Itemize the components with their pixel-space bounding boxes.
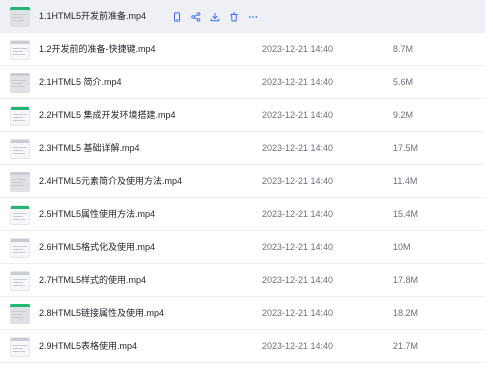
modified-date: 2023-12-21 14:40 <box>262 143 334 153</box>
video-thumbnail <box>10 40 30 60</box>
modified-date: 2023-12-21 14:40 <box>262 77 334 87</box>
phone-icon <box>173 11 180 22</box>
download-button[interactable] <box>209 11 220 22</box>
more-button[interactable] <box>247 11 258 22</box>
file-name[interactable]: 2.6HTML5格式化及使用.mp4 <box>39 231 155 264</box>
file-size: 15.4M <box>393 209 419 219</box>
file-name[interactable]: 1.1HTML5开发前准备.mp4 <box>39 0 146 33</box>
modified-date: 2023-12-21 14:40 <box>262 209 334 219</box>
file-list: 1.1HTML5开发前准备.mp4 1.2开发前的准备-快捷键.mp4 2023-1… <box>0 0 485 363</box>
delete-button[interactable] <box>228 11 239 22</box>
file-row[interactable]: 2.1HTML5 简介.mp4 2023-12-21 14:40 5.6M <box>0 66 485 99</box>
scrollbar[interactable] <box>487 0 493 370</box>
video-thumbnail <box>10 271 30 291</box>
modified-date: 2023-12-21 14:40 <box>262 110 334 120</box>
file-name[interactable]: 2.7HTML5样式的使用.mp4 <box>39 264 146 297</box>
file-size: 11.4M <box>393 176 418 186</box>
file-row[interactable]: 2.8HTML5链接属性及使用.mp4 2023-12-21 14:40 18.2M <box>0 297 485 330</box>
file-size: 17.8M <box>393 275 419 285</box>
more-icon <box>248 15 257 18</box>
file-row[interactable]: 2.6HTML5格式化及使用.mp4 2023-12-21 14:40 10M <box>0 231 485 264</box>
modified-date: 2023-12-21 14:40 <box>262 341 334 351</box>
file-name[interactable]: 1.2开发前的准备-快捷键.mp4 <box>39 33 156 66</box>
file-row[interactable]: 1.2开发前的准备-快捷键.mp4 2023-12-21 14:40 8.7M <box>0 33 485 66</box>
open-on-phone-button[interactable] <box>171 11 182 22</box>
file-size: 18.2M <box>393 308 419 318</box>
file-name[interactable]: 2.9HTML5表格使用.mp4 <box>39 330 137 363</box>
video-thumbnail <box>10 73 30 93</box>
video-thumbnail <box>10 139 30 159</box>
file-row[interactable]: 2.9HTML5表格使用.mp4 2023-12-21 14:40 21.7M <box>0 330 485 363</box>
row-actions <box>171 10 258 23</box>
trash-icon <box>229 12 238 21</box>
file-name[interactable]: 2.5HTML5属性使用方法.mp4 <box>39 198 155 231</box>
modified-date: 2023-12-21 14:40 <box>262 308 334 318</box>
video-thumbnail <box>10 7 30 27</box>
file-row[interactable]: 2.3HTML5 基础详解.mp4 2023-12-21 14:40 17.5M <box>0 132 485 165</box>
file-row[interactable]: 2.5HTML5属性使用方法.mp4 2023-12-21 14:40 15.4M <box>0 198 485 231</box>
video-thumbnail <box>10 304 30 324</box>
file-size: 9.2M <box>393 110 414 120</box>
video-thumbnail <box>10 172 30 192</box>
file-row[interactable]: 2.7HTML5样式的使用.mp4 2023-12-21 14:40 17.8M <box>0 264 485 297</box>
file-row[interactable]: 1.1HTML5开发前准备.mp4 <box>0 0 485 33</box>
file-size: 5.6M <box>393 77 414 87</box>
file-name[interactable]: 2.1HTML5 简介.mp4 <box>39 66 122 99</box>
share-icon <box>190 11 200 22</box>
video-thumbnail <box>10 238 30 258</box>
file-name[interactable]: 2.3HTML5 基础详解.mp4 <box>39 132 140 165</box>
video-thumbnail <box>10 205 30 225</box>
video-thumbnail <box>10 337 30 357</box>
file-size: 17.5M <box>393 143 419 153</box>
file-row[interactable]: 2.2HTML5 集成开发环境搭建.mp4 2023-12-21 14:40 9.2… <box>0 99 485 132</box>
modified-date: 2023-12-21 14:40 <box>262 176 334 186</box>
download-icon <box>210 12 219 21</box>
video-thumbnail <box>10 106 30 126</box>
modified-date: 2023-12-21 14:40 <box>262 44 334 54</box>
file-size: 8.7M <box>393 44 414 54</box>
modified-date: 2023-12-21 14:40 <box>262 275 334 285</box>
file-size: 10M <box>393 242 411 252</box>
file-size: 21.7M <box>393 341 419 351</box>
file-name[interactable]: 2.4HTML5元素简介及使用方法.mp4 <box>39 165 182 198</box>
file-name[interactable]: 2.8HTML5链接属性及使用.mp4 <box>39 297 164 330</box>
modified-date: 2023-12-21 14:40 <box>262 242 334 252</box>
file-row[interactable]: 2.4HTML5元素简介及使用方法.mp4 2023-12-21 14:40 11.… <box>0 165 485 198</box>
share-button[interactable] <box>190 11 201 22</box>
file-name[interactable]: 2.2HTML5 集成开发环境搭建.mp4 <box>39 99 176 132</box>
